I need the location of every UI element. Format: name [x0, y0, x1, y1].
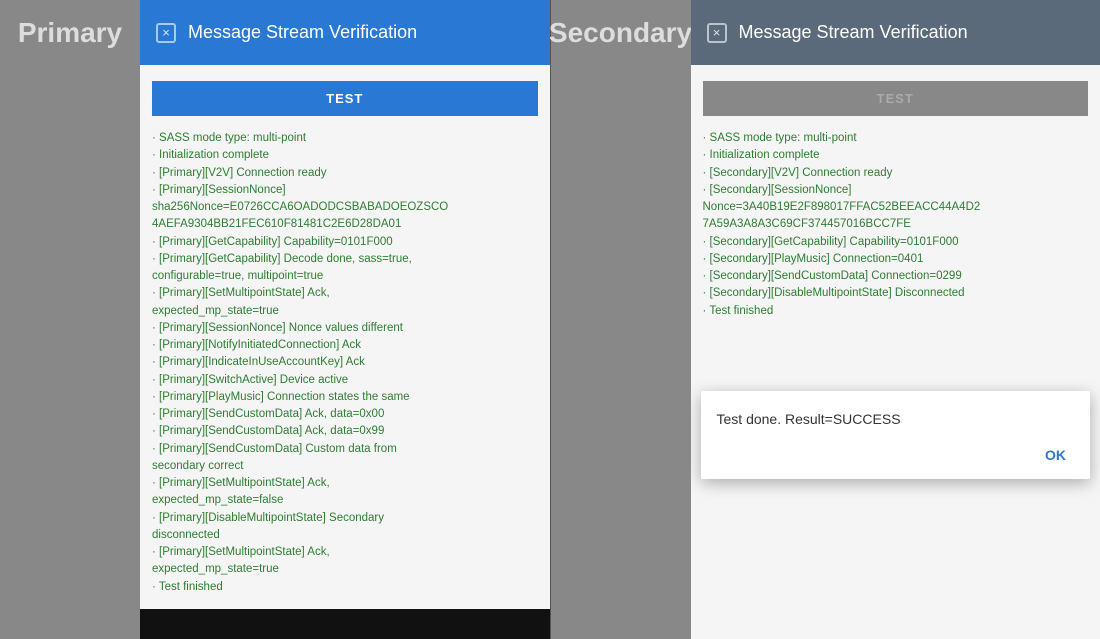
primary-log: · SASS mode type: multi-point · Initiali…	[152, 130, 538, 596]
primary-label: Primary	[0, 0, 140, 65]
secondary-panel: Secondary × Message Stream Verification …	[551, 0, 1100, 639]
ok-button-container: OK	[717, 443, 1075, 467]
primary-panel: Primary × Message Stream Verification TE…	[0, 0, 550, 639]
secondary-dialog-body: TEST · SASS mode type: multi-point · Ini…	[691, 65, 1100, 639]
secondary-test-button: TEST	[703, 81, 1089, 116]
ok-button[interactable]: OK	[1037, 443, 1074, 467]
primary-test-button[interactable]: TEST	[152, 81, 538, 116]
success-dialog: Test done. Result=SUCCESS OK	[701, 391, 1091, 479]
primary-title: Primary	[18, 17, 122, 49]
secondary-dialog-header: × Message Stream Verification	[691, 0, 1100, 65]
primary-dialog: × Message Stream Verification TEST · SAS…	[140, 0, 550, 639]
primary-dialog-header: × Message Stream Verification	[140, 0, 550, 65]
secondary-close-button[interactable]: ×	[707, 23, 727, 43]
secondary-dialog: × Message Stream Verification TEST · SAS…	[691, 0, 1100, 639]
secondary-dialog-title: Message Stream Verification	[739, 22, 968, 43]
primary-close-button[interactable]: ×	[156, 23, 176, 43]
secondary-label: Secondary	[551, 0, 691, 65]
primary-bottom-bar	[140, 609, 550, 639]
primary-dialog-body: TEST · SASS mode type: multi-point · Ini…	[140, 65, 550, 639]
secondary-log: · SASS mode type: multi-point · Initiali…	[703, 130, 1089, 320]
primary-dialog-title: Message Stream Verification	[188, 22, 417, 43]
success-message: Test done. Result=SUCCESS	[717, 411, 1075, 427]
secondary-title: Secondary	[549, 17, 692, 49]
